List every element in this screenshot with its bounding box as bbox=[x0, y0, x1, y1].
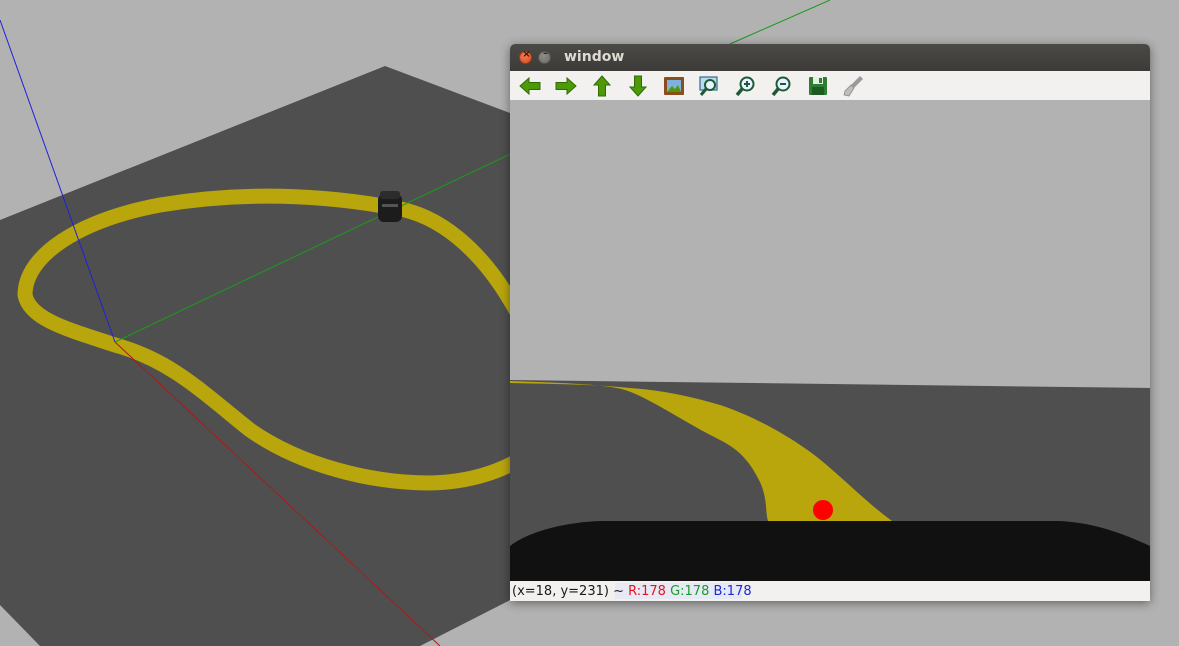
robot-model[interactable] bbox=[378, 191, 402, 222]
zoom-fit-icon bbox=[699, 76, 718, 96]
properties-icon bbox=[843, 76, 863, 97]
save-icon bbox=[809, 77, 827, 95]
picture-icon bbox=[664, 77, 684, 95]
close-button[interactable]: × bbox=[519, 49, 532, 64]
red-value: R:178 bbox=[628, 584, 666, 599]
arrow-left-icon bbox=[519, 76, 541, 96]
properties-button[interactable] bbox=[841, 74, 867, 98]
robot-body bbox=[510, 521, 1150, 581]
blue-value: B:178 bbox=[713, 584, 752, 599]
window-title: window bbox=[564, 49, 625, 65]
green-value: G:178 bbox=[670, 584, 710, 599]
image-view-window[interactable]: × – window (x=18, y=231) ~ R:178 G:178 B… bbox=[510, 44, 1150, 601]
window-titlebar[interactable]: × – window bbox=[510, 44, 1150, 71]
zoom-in-button[interactable] bbox=[733, 74, 759, 98]
zoom-fit-button[interactable] bbox=[697, 74, 723, 98]
close-icon: × bbox=[522, 49, 531, 60]
pan-down-button[interactable] bbox=[625, 74, 651, 98]
pan-right-button[interactable] bbox=[553, 74, 579, 98]
toolbar bbox=[510, 71, 1150, 101]
save-button[interactable] bbox=[805, 74, 831, 98]
arrow-up-icon bbox=[592, 75, 612, 97]
zoom-out-icon bbox=[771, 76, 791, 97]
zoom-out-button[interactable] bbox=[769, 74, 795, 98]
reset-view-button[interactable] bbox=[661, 74, 687, 98]
minimize-icon: – bbox=[543, 48, 548, 59]
tracking-marker bbox=[813, 500, 833, 520]
status-bar: (x=18, y=231) ~ R:178 G:178 B:178 bbox=[510, 581, 1150, 601]
arrow-down-icon bbox=[628, 75, 648, 97]
pan-left-button[interactable] bbox=[517, 74, 543, 98]
arrow-right-icon bbox=[555, 76, 577, 96]
pixel-coordinates: (x=18, y=231) ~ bbox=[512, 584, 624, 599]
minimize-button[interactable]: – bbox=[538, 48, 551, 64]
zoom-in-icon bbox=[735, 76, 755, 97]
pan-up-button[interactable] bbox=[589, 74, 615, 98]
camera-image-view[interactable] bbox=[510, 100, 1150, 581]
